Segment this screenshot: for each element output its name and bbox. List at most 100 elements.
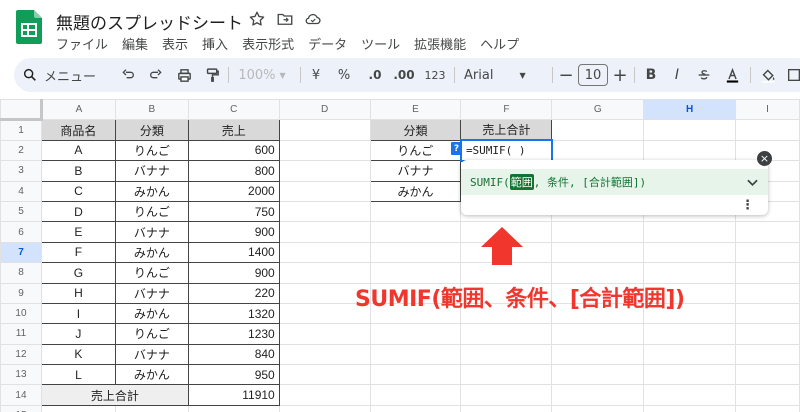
cell-b2[interactable]: りんご (114, 139, 189, 162)
cell[interactable] (735, 241, 800, 264)
star-icon[interactable] (248, 10, 266, 28)
cell-a11[interactable]: J (40, 323, 116, 345)
function-signature[interactable]: SUMIF(範囲, 条件, [合計範囲]) (461, 169, 768, 195)
row-header[interactable]: 6 (0, 221, 42, 243)
cell-c10[interactable]: 1320 (187, 302, 280, 325)
cell[interactable] (551, 241, 645, 264)
menu-search-button[interactable]: メニュー (22, 58, 122, 92)
cell[interactable] (278, 404, 371, 412)
cell[interactable] (735, 364, 800, 386)
cell-a9[interactable]: H (40, 282, 116, 304)
decrease-decimal-button[interactable]: .0 (364, 58, 386, 92)
bold-button[interactable]: B (642, 58, 660, 92)
row-header[interactable]: 11 (0, 323, 42, 345)
cell[interactable] (369, 384, 462, 406)
cell[interactable] (735, 262, 800, 284)
cell[interactable] (643, 139, 737, 162)
zoom-select[interactable]: 100% ▼ (236, 58, 288, 92)
document-title[interactable]: 無題のスプレッドシート (56, 9, 243, 34)
text-color-icon[interactable] (722, 58, 742, 92)
cell[interactable] (551, 364, 645, 386)
cell-a13[interactable]: L (40, 364, 116, 386)
cell[interactable] (735, 384, 800, 406)
cell-c4[interactable]: 2000 (187, 180, 280, 202)
cell-b5[interactable]: りんご (114, 200, 189, 223)
column-header-h[interactable]: H (643, 98, 737, 121)
cell[interactable] (551, 323, 645, 345)
cell-b11[interactable]: りんご (114, 323, 189, 345)
cell[interactable] (278, 323, 371, 345)
cell-e1[interactable]: 分類 (369, 119, 462, 141)
cell-c2[interactable]: 600 (187, 139, 280, 162)
column-header-i[interactable]: I (735, 98, 800, 121)
row-header[interactable]: 8 (0, 262, 42, 284)
total-label-cell[interactable]: 売上合計 (40, 384, 189, 406)
cell-a5[interactable]: D (40, 200, 116, 223)
cell-b6[interactable]: バナナ (114, 221, 189, 243)
number-format-button[interactable]: 123 (422, 58, 448, 92)
cell[interactable] (643, 119, 737, 141)
cell[interactable] (369, 343, 462, 366)
cell-b12[interactable]: バナナ (114, 343, 189, 366)
cell[interactable] (278, 262, 371, 284)
decrease-font-size-icon[interactable]: − (558, 58, 574, 92)
chevron-down-icon[interactable] (747, 176, 758, 190)
cell[interactable] (369, 241, 462, 264)
cell-c6[interactable]: 900 (187, 221, 280, 243)
cell[interactable] (551, 262, 645, 284)
cell-c1[interactable]: 売上 (187, 119, 280, 141)
cell-c7[interactable]: 1400 (187, 241, 280, 264)
cell[interactable] (460, 364, 553, 386)
cell-c9[interactable]: 220 (187, 282, 280, 304)
cell-b9[interactable]: バナナ (114, 282, 189, 304)
cell[interactable] (369, 323, 462, 345)
cell[interactable] (40, 404, 116, 412)
cell-b3[interactable]: バナナ (114, 160, 189, 182)
menu-file[interactable]: ファイル (56, 34, 108, 53)
cell[interactable] (735, 119, 800, 141)
cell[interactable] (551, 404, 645, 412)
cell-a4[interactable]: C (40, 180, 116, 202)
cell[interactable] (369, 262, 462, 284)
strikethrough-icon[interactable] (694, 58, 714, 92)
cell[interactable] (278, 221, 371, 243)
cell-b1[interactable]: 分類 (114, 119, 189, 141)
cell[interactable] (460, 343, 553, 366)
italic-button[interactable]: I (668, 58, 686, 92)
row-header[interactable]: 13 (0, 364, 42, 386)
cell[interactable] (278, 119, 371, 141)
font-size-input[interactable]: 10 (578, 64, 608, 86)
cell-a2[interactable]: A (40, 139, 116, 162)
cell[interactable] (369, 404, 462, 412)
column-header-c[interactable]: C (187, 98, 280, 121)
select-all-corner[interactable] (0, 98, 43, 122)
menu-help[interactable]: ヘルプ (480, 34, 519, 53)
menu-data[interactable]: データ (308, 34, 347, 53)
cell[interactable] (369, 221, 462, 243)
cell[interactable] (551, 119, 645, 141)
print-icon[interactable] (174, 58, 194, 92)
total-value-cell[interactable]: 11910 (187, 384, 280, 406)
cell[interactable] (551, 384, 645, 406)
cell-f1[interactable]: 売上合計 (460, 119, 553, 141)
cell[interactable] (278, 343, 371, 366)
percent-format-button[interactable]: % (336, 58, 352, 92)
cell[interactable] (643, 323, 737, 345)
currency-format-button[interactable]: ¥ (308, 58, 324, 92)
increase-font-size-icon[interactable]: + (612, 58, 628, 92)
cell[interactable] (551, 343, 645, 366)
row-header[interactable]: 2 (0, 139, 42, 162)
row-header[interactable]: 3 (0, 160, 42, 182)
cell-a7[interactable]: F (40, 241, 116, 264)
increase-decimal-button[interactable]: .00 (392, 58, 416, 92)
row-header[interactable]: 14 (0, 384, 42, 406)
menu-tools[interactable]: ツール (361, 34, 400, 53)
formula-help-icon[interactable]: ? (451, 142, 462, 155)
column-header-f[interactable]: F (460, 98, 553, 121)
cell-c3[interactable]: 800 (187, 160, 280, 182)
cell-b8[interactable]: りんご (114, 262, 189, 284)
cell[interactable] (369, 364, 462, 386)
cell[interactable] (643, 404, 737, 412)
column-header-b[interactable]: B (114, 98, 189, 121)
cell[interactable] (735, 282, 800, 304)
